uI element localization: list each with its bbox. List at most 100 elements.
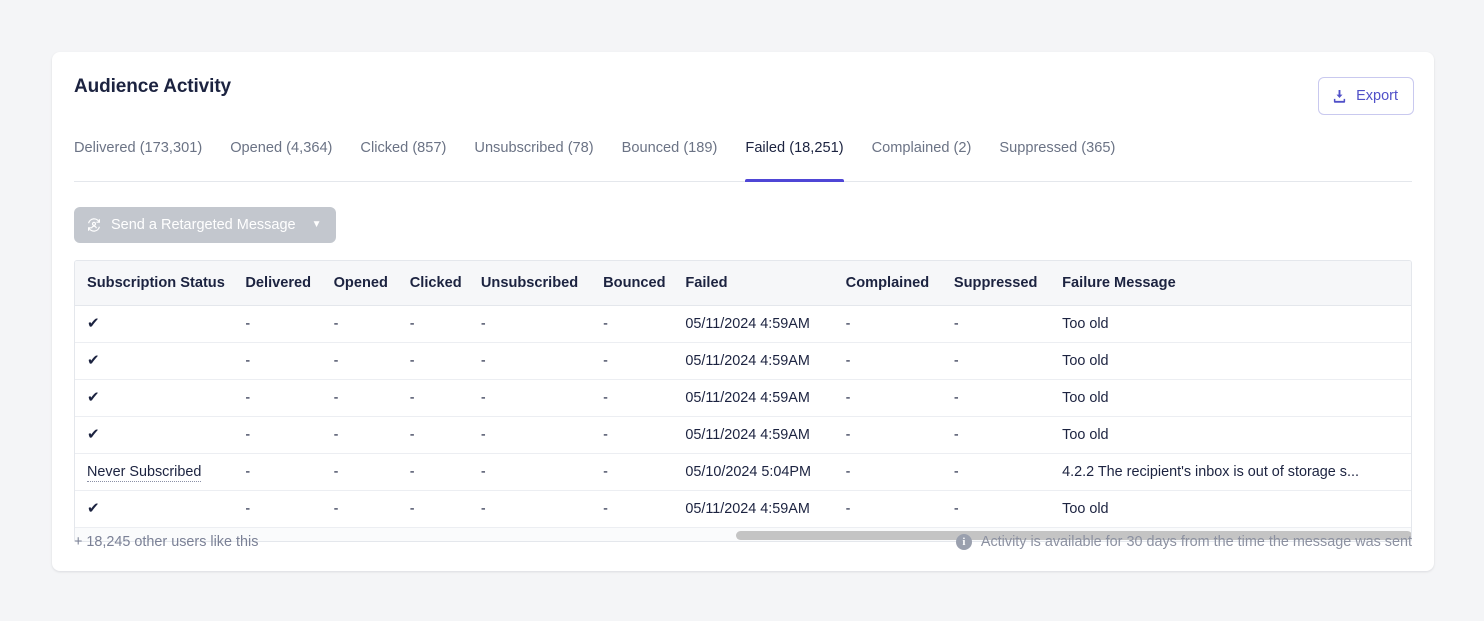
column-header-complained: Complained [845, 261, 954, 306]
tab-bounced[interactable]: Bounced (189) [622, 130, 718, 181]
cell-complained: - [845, 379, 954, 417]
info-icon: i [955, 534, 972, 550]
tab-complained[interactable]: Complained (2) [872, 130, 972, 181]
table-row[interactable]: ✔ - - - - - 05/11/2024 4:59AM - - Too ol… [75, 379, 1411, 417]
download-icon [1332, 89, 1347, 104]
cell-opened: - [333, 342, 410, 380]
cell-delivered: - [245, 379, 334, 417]
cell-suppressed: - [953, 379, 1063, 417]
cell-clicked: - [409, 342, 481, 380]
cell-complained: - [845, 416, 954, 454]
cell-delivered: - [245, 416, 334, 454]
column-header-unsubscribed: Unsubscribed [480, 261, 604, 306]
cell-failure-message: Too old [1062, 305, 1411, 343]
audience-activity-table-wrapper: Subscription Status Delivered Opened Cli… [74, 260, 1412, 542]
cell-bounced: - [603, 305, 686, 343]
cell-failed: 05/10/2024 5:04PM [685, 453, 846, 491]
table-body: ✔ - - - - - 05/11/2024 4:59AM - - Too ol… [75, 305, 1411, 528]
cell-opened: - [333, 416, 410, 454]
column-header-failure-message: Failure Message [1062, 261, 1411, 306]
tab-clicked[interactable]: Clicked (857) [360, 130, 446, 181]
column-header-bounced: Bounced [603, 261, 686, 306]
tab-opened[interactable]: Opened (4,364) [230, 130, 332, 181]
cell-delivered: - [245, 305, 334, 343]
cell-clicked: - [409, 305, 481, 343]
column-header-opened: Opened [333, 261, 410, 306]
table-header-row: Subscription Status Delivered Opened Cli… [75, 261, 1411, 306]
never-subscribed-label[interactable]: Never Subscribed [87, 464, 202, 482]
tab-suppressed[interactable]: Suppressed (365) [999, 130, 1115, 181]
cell-subscription-status: ✔ [75, 379, 246, 417]
cell-suppressed: - [953, 453, 1063, 491]
cell-complained: - [845, 453, 954, 491]
card-header: Audience Activity Export [52, 52, 1434, 130]
table-row[interactable]: ✔ - - - - - 05/11/2024 4:59AM - - Too ol… [75, 416, 1411, 454]
audience-activity-card: Audience Activity Export Delivered (173,… [52, 52, 1434, 571]
cell-delivered: - [245, 453, 334, 491]
cell-opened: - [333, 379, 410, 417]
cell-suppressed: - [953, 305, 1063, 343]
cell-complained: - [845, 305, 954, 343]
cell-unsubscribed: - [480, 342, 604, 380]
cell-bounced: - [603, 379, 686, 417]
table-header: Subscription Status Delivered Opened Cli… [75, 261, 1411, 306]
page-title: Audience Activity [74, 76, 232, 97]
cell-delivered: - [245, 342, 334, 380]
cell-subscription-status: Never Subscribed [75, 453, 246, 491]
cell-bounced: - [603, 416, 686, 454]
cell-clicked: - [409, 453, 481, 491]
availability-text: Activity is available for 30 days from t… [980, 534, 1412, 550]
subscribed-check-icon: ✔ [87, 426, 100, 443]
table-row[interactable]: Never Subscribed - - - - - 05/10/2024 5:… [75, 453, 1411, 491]
cell-failed: 05/11/2024 4:59AM [685, 416, 846, 454]
tab-delivered[interactable]: Delivered (173,301) [74, 130, 202, 181]
cell-failure-message: 4.2.2 The recipient's inbox is out of st… [1062, 453, 1411, 491]
subscribed-check-icon: ✔ [87, 352, 100, 369]
activity-availability-note: i Activity is available for 30 days from… [955, 534, 1412, 550]
column-header-suppressed: Suppressed [953, 261, 1063, 306]
cell-unsubscribed: - [480, 305, 604, 343]
cell-bounced: - [603, 342, 686, 380]
cell-subscription-status: ✔ [75, 305, 246, 343]
cell-opened: - [333, 305, 410, 343]
audience-activity-table: Subscription Status Delivered Opened Cli… [75, 261, 1411, 527]
subscribed-check-icon: ✔ [87, 500, 100, 517]
cell-complained: - [845, 342, 954, 380]
column-header-clicked: Clicked [409, 261, 481, 306]
subscribed-check-icon: ✔ [87, 315, 100, 332]
activity-tabs: Delivered (173,301) Opened (4,364) Click… [74, 130, 1412, 182]
send-retargeted-message-label: Send a Retargeted Message [111, 217, 296, 233]
more-users-label: + 18,245 other users like this [74, 534, 259, 550]
cell-unsubscribed: - [480, 416, 604, 454]
cell-failed: 05/11/2024 4:59AM [685, 379, 846, 417]
column-header-delivered: Delivered [245, 261, 334, 306]
retarget-user-icon [86, 217, 102, 233]
cell-suppressed: - [953, 342, 1063, 380]
cell-unsubscribed: - [480, 453, 604, 491]
cell-failed: 05/11/2024 4:59AM [685, 305, 846, 343]
cell-subscription-status: ✔ [75, 416, 246, 454]
table-row[interactable]: ✔ - - - - - 05/11/2024 4:59AM - - Too ol… [75, 342, 1411, 380]
cell-failed: 05/11/2024 4:59AM [685, 342, 846, 380]
tab-failed[interactable]: Failed (18,251) [745, 130, 844, 182]
cell-unsubscribed: - [480, 379, 604, 417]
chevron-down-icon[interactable]: ▼ [312, 220, 322, 230]
send-retargeted-message-button[interactable]: Send a Retargeted Message ▼ [74, 207, 336, 243]
cell-clicked: - [409, 416, 481, 454]
subscribed-check-icon: ✔ [87, 389, 100, 406]
export-button-label: Export [1356, 88, 1398, 104]
column-header-failed: Failed [685, 261, 846, 306]
table-footer: + 18,245 other users like this i Activit… [74, 522, 1412, 562]
cell-failure-message: Too old [1062, 416, 1411, 454]
cell-bounced: - [603, 453, 686, 491]
tab-unsubscribed[interactable]: Unsubscribed (78) [474, 130, 593, 181]
cell-clicked: - [409, 379, 481, 417]
cell-opened: - [333, 453, 410, 491]
table-row[interactable]: ✔ - - - - - 05/11/2024 4:59AM - - Too ol… [75, 305, 1411, 343]
cell-suppressed: - [953, 416, 1063, 454]
cell-failure-message: Too old [1062, 342, 1411, 380]
export-button[interactable]: Export [1318, 77, 1414, 115]
cell-failure-message: Too old [1062, 379, 1411, 417]
column-header-subscription-status: Subscription Status [75, 261, 246, 306]
cell-subscription-status: ✔ [75, 342, 246, 380]
